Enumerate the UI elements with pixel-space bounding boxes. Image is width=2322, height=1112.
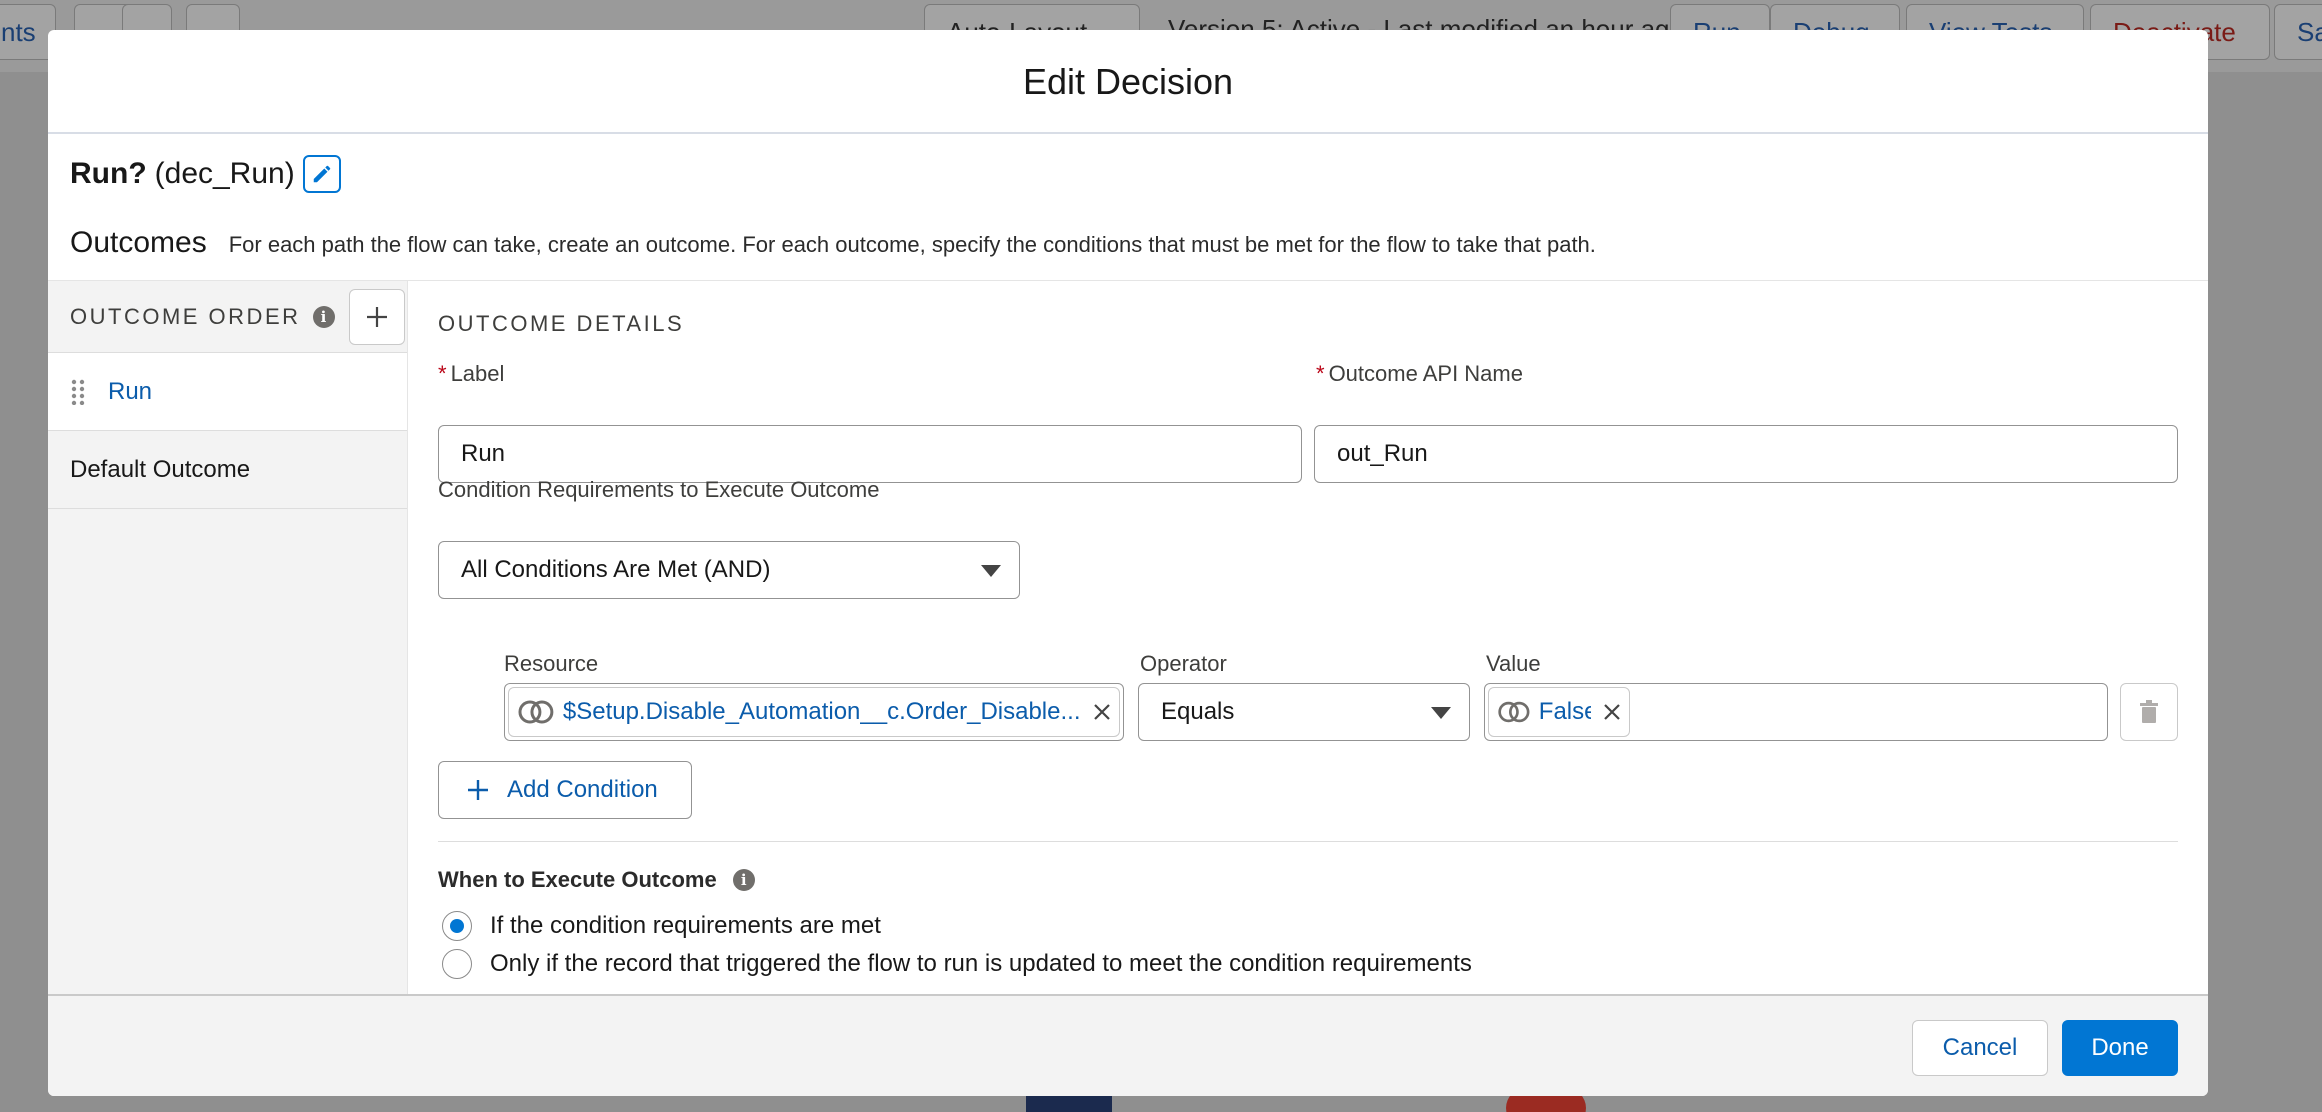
plus-icon — [468, 780, 488, 800]
required-asterisk: * — [1316, 361, 1325, 386]
delete-condition-button[interactable] — [2120, 683, 2178, 741]
resource-label: Resource — [504, 651, 599, 676]
drag-handle-icon[interactable] — [48, 379, 108, 405]
outcome-item-label: Run — [108, 377, 153, 405]
outcome-item-run[interactable]: Run — [48, 353, 407, 431]
info-icon[interactable]: i — [312, 305, 335, 328]
decision-name-row: Run? (dec_Run) — [70, 154, 341, 194]
chevron-down-icon — [1431, 707, 1451, 719]
add-condition-button[interactable]: Add Condition — [438, 761, 692, 819]
operator-value: Equals — [1161, 698, 1235, 725]
value-input[interactable]: False — [1484, 683, 2108, 741]
label-field-label-text: Label — [450, 361, 505, 386]
outcome-order-panel: OUTCOME ORDER i Run Default Outcome — [48, 281, 408, 1025]
when-to-execute-label: When to Execute Outcome — [438, 867, 717, 892]
radio-button[interactable] — [442, 949, 472, 979]
api-name-field-label: * Outcome API Name — [1316, 361, 1523, 387]
value-pill[interactable]: False — [1488, 687, 1630, 737]
operator-label: Operator — [1140, 651, 1227, 676]
outcome-order-header: OUTCOME ORDER i — [48, 281, 407, 353]
value-label: Value — [1486, 651, 1541, 676]
condition-requirements-label: Condition Requirements to Execute Outcom… — [438, 477, 880, 502]
outcomes-header: Outcomes For each path the flow can take… — [70, 226, 1596, 260]
operator-select[interactable]: Equals — [1138, 683, 1470, 741]
decision-api-name: (dec_Run) — [154, 157, 295, 190]
outcome-details-title: OUTCOME DETAILS — [438, 311, 685, 336]
api-name-field-label-text: Outcome API Name — [1328, 361, 1523, 386]
required-asterisk: * — [438, 361, 447, 386]
outcome-order-title: OUTCOME ORDER — [70, 303, 301, 329]
modal-header: Edit Decision — [48, 30, 2208, 134]
outcomes-help-text: For each path the flow can take, create … — [228, 232, 1596, 257]
pencil-icon — [313, 165, 330, 183]
cancel-button[interactable]: Cancel — [1912, 1020, 2048, 1076]
radio-option-conditions-met[interactable]: If the condition requirements are met — [442, 911, 881, 941]
add-outcome-button[interactable] — [348, 288, 405, 345]
resource-input[interactable]: $Setup.Disable_Automation__c.Order_Disab… — [504, 683, 1124, 741]
modal-title: Edit Decision — [1022, 61, 1234, 102]
bg-save-button: Sa — [2274, 4, 2322, 60]
chevron-down-icon — [981, 565, 1001, 577]
decision-label: Run? — [70, 157, 147, 190]
edit-decision-modal: Edit Decision Run? (dec_Run) Outcomes Fo… — [48, 30, 2208, 1096]
edit-decision-button[interactable] — [302, 155, 341, 193]
value-value: False — [1538, 698, 1591, 725]
condition-requirements-select[interactable]: All Conditions Are Met (AND) — [438, 541, 1020, 599]
radio-option-record-updated[interactable]: Only if the record that triggered the fl… — [442, 949, 1472, 979]
done-button[interactable]: Done — [2062, 1020, 2178, 1076]
section-divider — [438, 841, 2178, 842]
api-name-input[interactable]: out_Run — [1314, 425, 2178, 483]
close-icon[interactable] — [1093, 703, 1111, 721]
condition-requirements-value: All Conditions Are Met (AND) — [461, 556, 771, 583]
radio-button[interactable] — [442, 911, 472, 941]
resource-value: $Setup.Disable_Automation__c.Order_Disab… — [562, 698, 1081, 725]
outcome-item-default[interactable]: Default Outcome — [48, 431, 407, 509]
radio-label: Only if the record that triggered the fl… — [490, 950, 1472, 977]
add-condition-label: Add Condition — [507, 776, 658, 803]
plus-icon — [366, 306, 387, 327]
global-constant-icon — [1498, 701, 1530, 723]
outcomes-editor: OUTCOME ORDER i Run Default Outcome OUTC… — [48, 280, 2208, 1025]
label-input[interactable]: Run — [438, 425, 1302, 483]
global-constant-icon — [518, 700, 554, 724]
modal-footer: Cancel Done — [48, 994, 2208, 1096]
trash-icon — [2140, 700, 2158, 723]
close-icon[interactable] — [1603, 703, 1621, 721]
when-to-execute-title: When to Execute Outcome i — [438, 867, 755, 893]
outcome-details-panel: OUTCOME DETAILS * Label Run * Outcome API … — [408, 281, 2208, 1025]
radio-label: If the condition requirements are met — [490, 912, 881, 939]
outcomes-title: Outcomes — [70, 226, 207, 259]
info-icon[interactable]: i — [732, 869, 755, 891]
outcome-item-label: Default Outcome — [70, 455, 251, 483]
resource-pill[interactable]: $Setup.Disable_Automation__c.Order_Disab… — [508, 687, 1120, 737]
label-field-label: * Label — [438, 361, 504, 387]
